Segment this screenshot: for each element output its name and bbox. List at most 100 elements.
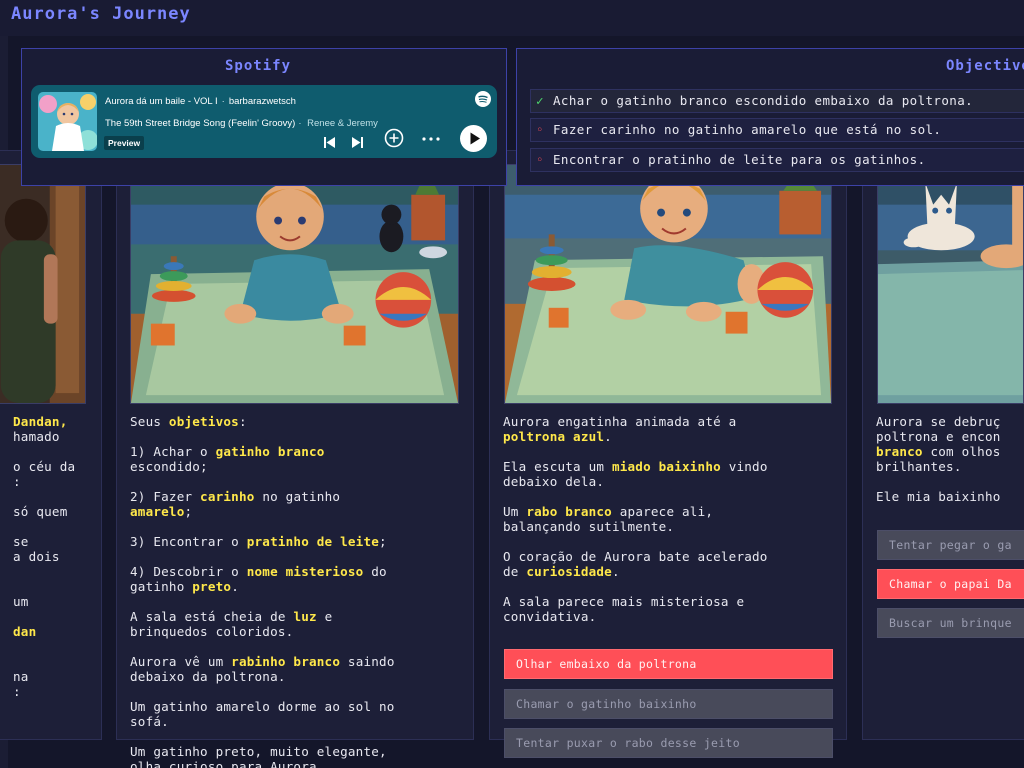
story-text-segment: o céu da xyxy=(13,459,76,474)
story-text-segment: se xyxy=(13,534,29,549)
story-text-segment: A sala parece mais misteriosa e xyxy=(503,594,745,609)
story-text-segment: Aurora engatinha animada até a xyxy=(503,414,737,429)
objective-text: Achar o gatinho branco escondido embaixo… xyxy=(553,93,974,108)
album-name[interactable]: Aurora dá um baile - VOL I xyxy=(105,96,218,107)
spotify-player[interactable]: Aurora dá um baile - VOL I · barbarazwetsc… xyxy=(31,85,497,158)
album-title: Aurora dá um baile - VOL I · barbarazwetsc… xyxy=(105,96,296,107)
choice-call-daddy-button[interactable]: Chamar o papai Da xyxy=(877,569,1024,599)
story-text-segment: : xyxy=(13,684,21,699)
check-icon: ✓ xyxy=(536,93,544,108)
artist-name[interactable]: Renee & Jeremy xyxy=(307,118,378,129)
choice-pull-tail-button[interactable]: Tentar puxar o rabo desse jeito xyxy=(504,728,833,758)
highlighted-text: gatinho branco xyxy=(215,444,325,459)
story-text-1: Dandan, hamado o céu da : só quem se a d… xyxy=(13,414,97,699)
highlighted-text: pratinho de leite xyxy=(246,534,380,549)
story-text-segment: A sala está cheia de xyxy=(130,609,294,624)
story-text-4: Aurora se debruç poltrona e encon branco… xyxy=(876,414,1024,504)
highlighted-text: nome misterioso xyxy=(246,564,364,579)
story-text-segment: ; xyxy=(379,534,387,549)
highlighted-text: branco xyxy=(876,444,923,459)
story-text-segment: na xyxy=(13,669,29,684)
highlighted-text: objetivos xyxy=(168,414,239,429)
story-text-segment: : xyxy=(13,474,21,489)
story-text-segment: Um xyxy=(503,504,527,519)
story-text-segment: só quem xyxy=(13,504,68,519)
story-text-segment: com olhos xyxy=(922,444,1001,459)
story-text-segment: e xyxy=(316,609,333,624)
scene-image-baby-crawling xyxy=(504,164,832,404)
story-text-segment: . xyxy=(611,564,620,579)
story-text-segment: brinquedos coloridos. xyxy=(130,624,294,639)
story-text-segment: 1) Achar o xyxy=(130,444,216,459)
choice-try-grab-kitten-button[interactable]: Tentar pegar o ga xyxy=(877,530,1024,560)
objective-item: ◦ Fazer carinho no gatinho amarelo que es… xyxy=(530,118,1024,142)
story-text-segment: 3) Encontrar o xyxy=(130,534,247,549)
story-text-segment: gatinho xyxy=(130,579,193,594)
highlighted-text: luz xyxy=(293,609,317,624)
story-text-segment: sofá. xyxy=(130,714,169,729)
story-text-segment: Seus xyxy=(130,414,169,429)
objective-item: ✓ Achar o gatinho branco escondido embaix… xyxy=(530,89,1024,113)
spotify-panel-title: Spotify xyxy=(225,58,292,74)
story-text-segment: debaixo dela. xyxy=(503,474,605,489)
story-text-2: Seus objetivos: 1) Achar o gatinho branc… xyxy=(130,414,464,768)
story-text-segment: Ele mia baixinho xyxy=(876,489,1001,504)
scene-image-dad xyxy=(0,164,86,404)
story-text-segment: aparece ali, xyxy=(611,504,714,519)
spotify-logo-icon[interactable] xyxy=(475,91,491,107)
story-text-segment: no gatinho xyxy=(254,489,341,504)
pending-dot-icon: ◦ xyxy=(536,122,544,137)
app-title: Aurora's Journey xyxy=(11,4,191,24)
story-text-segment: de xyxy=(503,564,527,579)
story-text-3: Aurora engatinha animada até a poltrona … xyxy=(503,414,837,624)
highlighted-text: miado baixinho xyxy=(611,459,721,474)
choice-call-kitten-button[interactable]: Chamar o gatinho baixinho xyxy=(504,689,833,719)
story-text-segment: Um gatinho amarelo dorme ao sol no xyxy=(130,699,395,714)
story-text-segment: poltrona e encon xyxy=(876,429,1001,444)
play-icon xyxy=(470,132,480,145)
pending-dot-icon: ◦ xyxy=(536,152,544,167)
story-text-segment: . xyxy=(231,579,239,594)
story-text-segment: . xyxy=(604,429,612,444)
track-info: The 59th Street Bridge Song (Feelin' Gro… xyxy=(105,118,378,129)
album-cover[interactable] xyxy=(38,92,97,151)
more-icon[interactable] xyxy=(422,137,440,141)
story-text-segment: Aurora se debruç xyxy=(876,414,1001,429)
story-text-segment: convidativa. xyxy=(503,609,597,624)
story-text-segment: do xyxy=(363,564,387,579)
objective-item: ◦ Encontrar o pratinho de leite para os g… xyxy=(530,148,1024,172)
story-text-segment: Um gatinho preto, muito elegante, xyxy=(130,744,387,759)
album-owner[interactable]: barbarazwetsch xyxy=(229,96,296,107)
choice-look-under-armchair-button[interactable]: Olhar embaixo da poltrona xyxy=(504,649,833,679)
objectives-panel-title: Objectives xyxy=(946,58,1024,74)
title-separator: · xyxy=(221,96,225,107)
highlighted-text: rabinho branco xyxy=(231,654,341,669)
choice-fetch-toy-button[interactable]: Buscar um brinque xyxy=(877,608,1024,638)
story-text-segment: ; xyxy=(184,504,193,519)
scene-image-white-kitten xyxy=(877,164,1024,404)
highlighted-text: dan xyxy=(13,624,37,639)
story-text-segment: brilhantes. xyxy=(876,459,962,474)
highlighted-text: poltrona azul xyxy=(503,429,605,444)
play-button[interactable] xyxy=(460,125,487,152)
scene-image-baby-sitting xyxy=(130,164,459,404)
objective-text: Encontrar o pratinho de leite para os ga… xyxy=(553,152,926,167)
song-title[interactable]: The 59th Street Bridge Song (Feelin' Gro… xyxy=(105,118,295,129)
story-text-segment: 2) Fazer xyxy=(130,489,201,504)
previous-icon[interactable] xyxy=(323,136,336,149)
story-text-segment: um xyxy=(13,594,29,609)
objective-text: Fazer carinho no gatinho amarelo que est… xyxy=(553,122,942,137)
story-text-segment: hamado xyxy=(13,429,60,444)
highlighted-text: preto xyxy=(192,579,232,594)
story-text-segment: Ela escuta um xyxy=(503,459,612,474)
story-text-segment: saindo xyxy=(340,654,395,669)
preview-badge: Preview xyxy=(104,136,145,150)
story-text-segment: balançando sutilmente. xyxy=(503,519,675,534)
highlighted-text: rabo branco xyxy=(526,504,612,519)
highlighted-text: amarelo xyxy=(130,504,185,519)
next-icon[interactable] xyxy=(351,136,364,149)
story-text-segment: a dois xyxy=(13,549,60,564)
highlighted-text: carinho xyxy=(200,489,255,504)
story-text-segment: escondido; xyxy=(130,459,208,474)
add-icon[interactable] xyxy=(384,128,404,148)
